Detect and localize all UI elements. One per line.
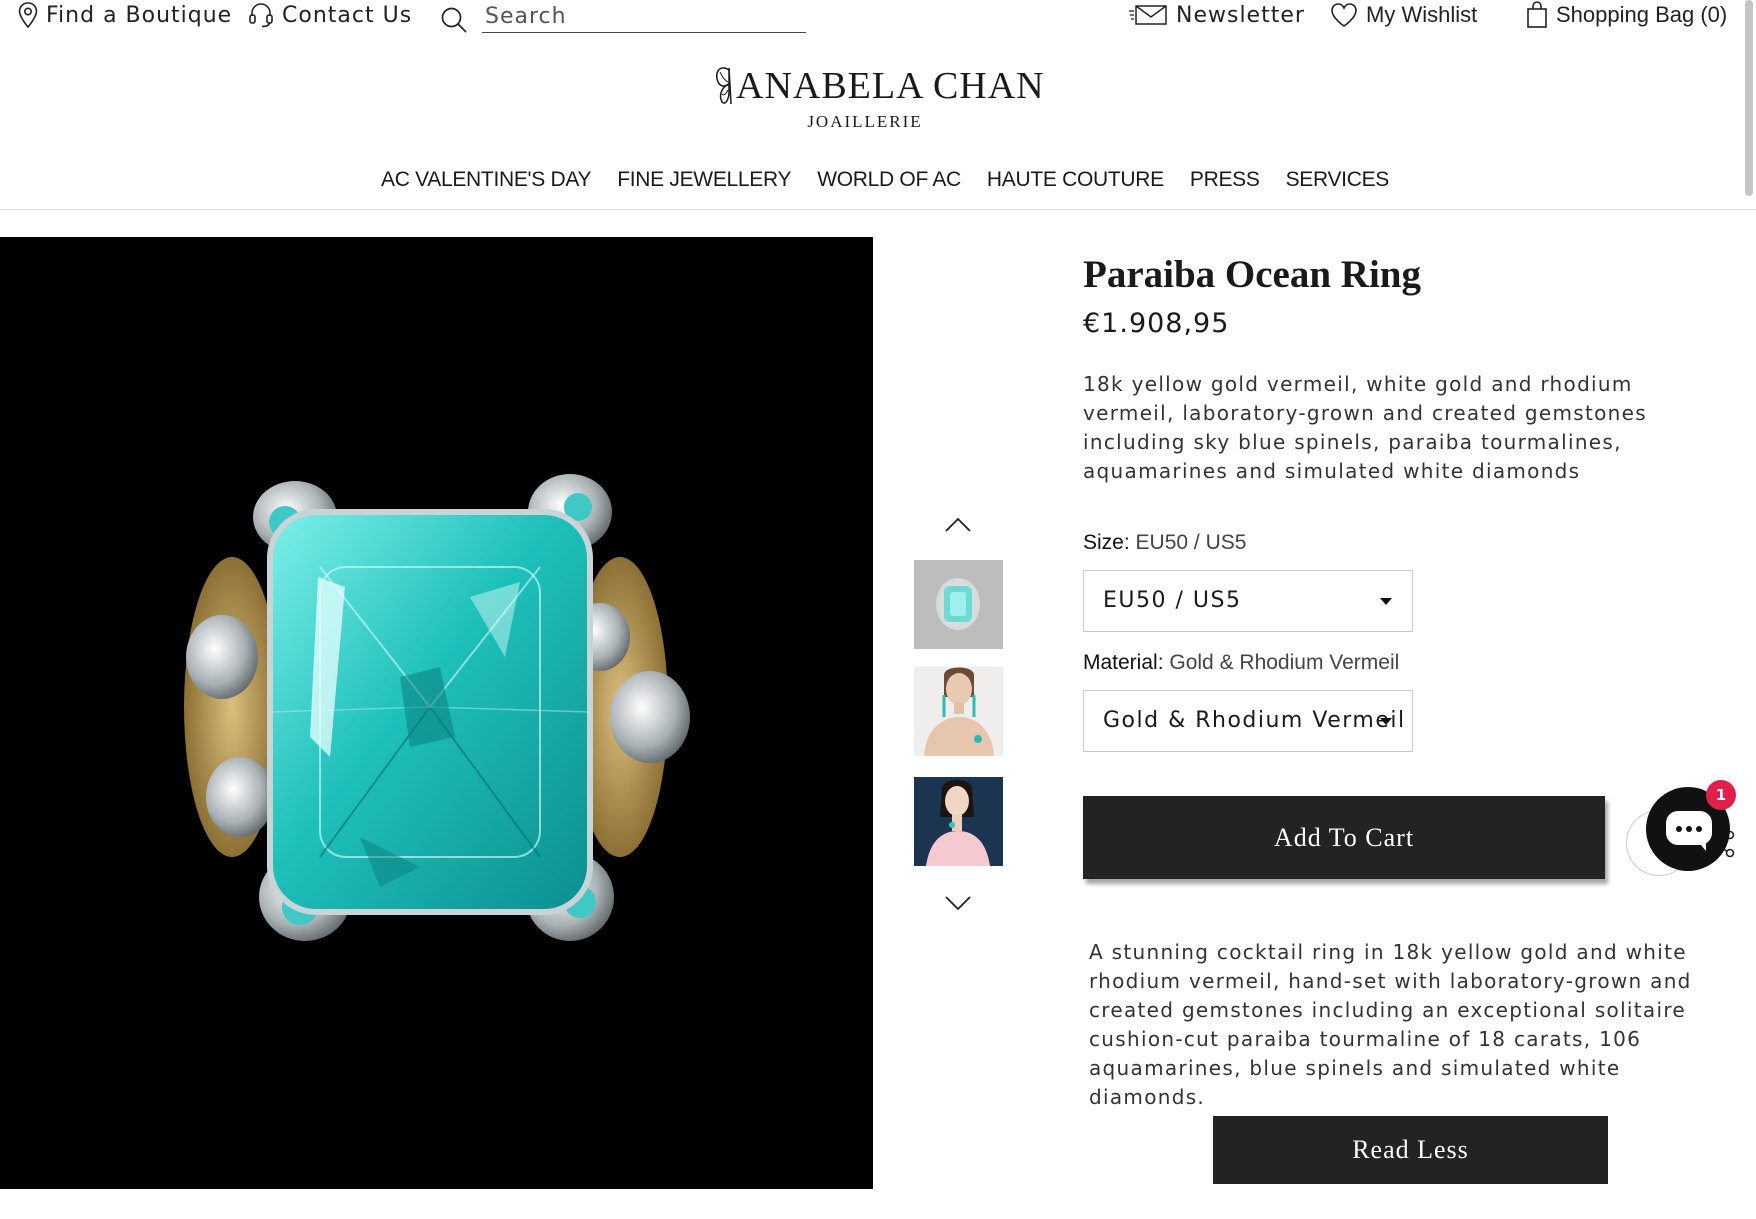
thumbnail-ring[interactable] — [914, 560, 1003, 649]
nav-item-valentines-day[interactable]: AC VALENTINE'S DAY — [381, 168, 592, 202]
ring-illustration — [184, 474, 690, 941]
shopping-bag-icon — [1527, 1, 1547, 28]
thumbnail-model-1[interactable] — [914, 667, 1003, 756]
size-dropdown-value: EU50 / US5 — [1103, 588, 1242, 613]
wishlist-link[interactable]: My Wishlist — [1330, 0, 1477, 30]
newsletter-link[interactable]: Newsletter — [1128, 0, 1305, 30]
search-bar — [440, 0, 806, 36]
product-description: A stunning cocktail ring in 18k yellow g… — [1089, 940, 1692, 1109]
search-icon[interactable] — [440, 6, 468, 34]
logo-wordmark: ANABELA CHAN — [736, 65, 1045, 107]
find-boutique-label: Find a Boutique — [46, 2, 233, 28]
material-option-label: Material: Gold & Rhodium Vermeil — [1083, 651, 1399, 675]
newsletter-label: Newsletter — [1176, 2, 1305, 28]
top-utility-bar: Find a Boutique Contact Us Newsletter — [0, 0, 1756, 36]
page-scrollbar[interactable] — [1745, 0, 1753, 196]
contact-us-label: Contact Us — [282, 2, 413, 28]
search-input[interactable] — [482, 0, 806, 33]
material-label-value: Gold & Rhodium Vermeil — [1169, 651, 1400, 674]
thumbnail-model-2-image — [914, 777, 1003, 866]
material-label-key: Material: — [1083, 651, 1164, 674]
caret-down-icon — [1380, 718, 1392, 725]
size-label-key: Size: — [1083, 531, 1130, 554]
nav-item-services[interactable]: SERVICES — [1286, 168, 1390, 202]
contact-us-link[interactable]: Contact Us — [248, 0, 412, 30]
thumbnail-model-2[interactable] — [914, 777, 1003, 866]
size-label-value: EU50 / US5 — [1135, 531, 1247, 554]
product-main-image[interactable] — [0, 237, 873, 1189]
chat-notification-badge: 1 — [1706, 780, 1736, 810]
thumbnail-down-arrow-icon[interactable] — [944, 894, 972, 914]
nav-item-world-of-ac[interactable]: WORLD OF AC — [817, 168, 961, 202]
shopping-bag-link[interactable]: Shopping Bag (0) — [1526, 0, 1727, 30]
envelope-icon — [1129, 5, 1167, 25]
nav-divider — [0, 209, 1756, 210]
size-dropdown[interactable]: EU50 / US5 — [1083, 570, 1413, 632]
heart-icon — [1331, 3, 1357, 27]
size-option-label: Size: EU50 / US5 — [1083, 531, 1246, 555]
main-navigation: AC VALENTINE'S DAY FINE JEWELLERY WORLD … — [0, 168, 1756, 202]
logo-subtitle: JOAILLERIE — [807, 112, 923, 131]
brand-logo[interactable]: ANABELA CHAN JOAILLERIE — [700, 60, 1044, 140]
read-less-button[interactable]: Read Less — [1213, 1116, 1608, 1184]
product-price: €1.908,95 — [1083, 308, 1230, 339]
caret-down-icon — [1380, 598, 1392, 605]
chat-icon-tail — [1696, 839, 1706, 851]
product-title: Paraiba Ocean Ring — [1083, 253, 1421, 296]
shopping-bag-label: Shopping Bag (0) — [1556, 2, 1728, 27]
nav-item-fine-jewellery[interactable]: FINE JEWELLERY — [617, 168, 791, 202]
thumbnail-ring-image — [936, 578, 980, 630]
thumbnail-model-1-image — [914, 667, 1003, 756]
chat-dot — [1676, 826, 1682, 832]
thumbnail-up-arrow-icon[interactable] — [944, 514, 972, 534]
find-boutique-link[interactable]: Find a Boutique — [18, 0, 232, 30]
material-dropdown[interactable]: Gold & Rhodium Vermeil — [1083, 690, 1413, 752]
wishlist-label: My Wishlist — [1366, 2, 1478, 27]
product-summary: 18k yellow gold vermeil, white gold and … — [1083, 372, 1647, 483]
chat-dot — [1686, 826, 1692, 832]
headset-icon — [249, 3, 273, 28]
chat-dot — [1696, 826, 1702, 832]
nav-item-haute-couture[interactable]: HAUTE COUTURE — [987, 168, 1164, 202]
location-pin-icon — [18, 2, 38, 28]
material-dropdown-value: Gold & Rhodium Vermeil — [1103, 708, 1406, 733]
nav-item-press[interactable]: PRESS — [1190, 168, 1260, 202]
add-to-cart-button[interactable]: Add To Cart — [1083, 796, 1605, 879]
